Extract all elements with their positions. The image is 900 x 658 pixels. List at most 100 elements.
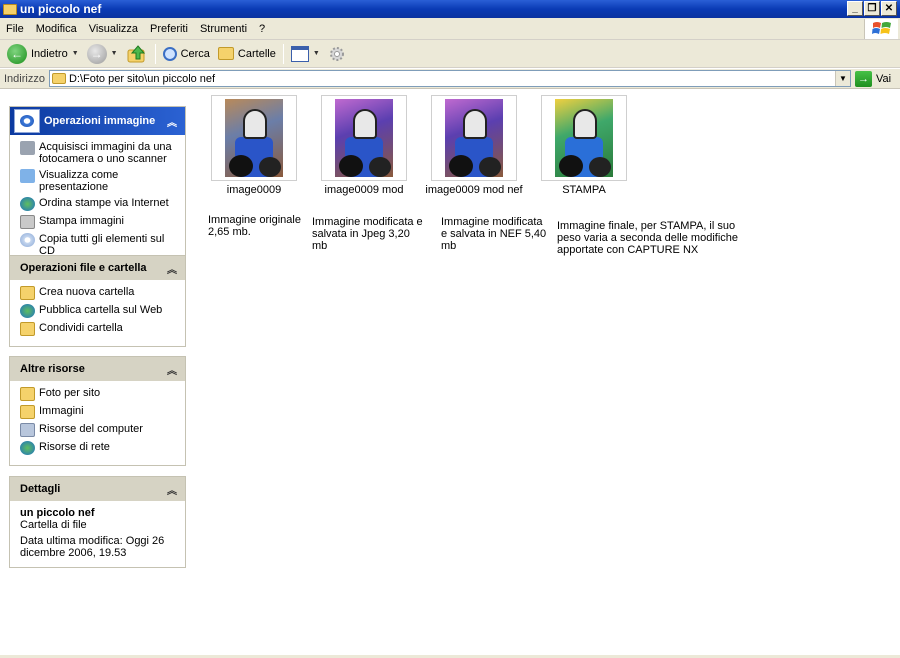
up-folder-button[interactable] (122, 42, 152, 66)
go-button[interactable]: → Vai (854, 70, 892, 87)
chevron-down-icon[interactable]: ▼ (834, 71, 850, 86)
details-panel: Dettagli ︽ un piccolo nef Cartella di fi… (9, 476, 186, 568)
search-label: Cerca (180, 47, 210, 60)
collapse-icon[interactable]: ︽ (167, 114, 177, 129)
other-places-panel: Altre risorse ︽ Foto per sito Immagini R… (9, 356, 186, 466)
menu-visualizza[interactable]: Visualizza (83, 23, 144, 35)
file-tasks-title: Operazioni file e cartella (20, 262, 147, 274)
camera-icon (20, 141, 35, 155)
address-input[interactable]: D:\Foto per sito\un piccolo nef ▼ (48, 70, 851, 87)
task-publish-web[interactable]: Pubblica cartella sul Web (20, 304, 179, 318)
task-label: Stampa immagini (39, 215, 124, 227)
photo-thumbnail (445, 99, 503, 177)
window-title: un piccolo nef (20, 2, 102, 16)
slideshow-icon (20, 169, 35, 183)
task-acquire-images[interactable]: Acquisisci immagini da una fotocamera o … (20, 141, 179, 165)
restore-button[interactable]: ❐ (864, 1, 880, 16)
file-thumbnail[interactable] (211, 95, 297, 181)
task-label: Acquisisci immagini da una fotocamera o … (39, 141, 172, 165)
address-label: Indirizzo (4, 72, 45, 85)
task-slideshow[interactable]: Visualizza come presentazione (20, 169, 179, 193)
other-places-header[interactable]: Altre risorse ︽ (10, 357, 185, 381)
chevron-down-icon[interactable]: ▼ (72, 50, 79, 57)
computer-icon (20, 423, 35, 437)
folders-label: Cartelle (237, 47, 276, 60)
task-print-images[interactable]: Stampa immagini (20, 215, 179, 229)
file-name[interactable]: image0009 mod nef (424, 184, 524, 196)
back-button[interactable]: ← Indietro ▼ (3, 42, 83, 66)
back-label: Indietro (31, 47, 68, 60)
image-description: Immagine originale 2,65 mb. (208, 214, 301, 238)
file-tasks-header[interactable]: Operazioni file e cartella ︽ (10, 256, 185, 280)
network-icon (20, 441, 35, 455)
globe-icon (20, 304, 35, 318)
task-label: Visualizza come presentazione (39, 169, 119, 193)
task-label: Condividi cartella (39, 322, 123, 334)
file-name[interactable]: image0009 mod (311, 184, 417, 196)
file-thumbnail[interactable] (541, 95, 627, 181)
menu-file[interactable]: File (0, 23, 30, 35)
task-copy-to-cd[interactable]: Copia tutti gli elementi sul CD (20, 233, 179, 257)
address-bar: Indirizzo D:\Foto per sito\un piccolo ne… (0, 69, 900, 89)
menu-help[interactable]: ? (253, 23, 271, 35)
task-pane: Operazioni immagine ︽ Acquisisci immagin… (0, 90, 196, 658)
views-icon (290, 45, 309, 62)
collapse-icon[interactable]: ︽ (167, 482, 177, 497)
menu-modifica[interactable]: Modifica (30, 23, 83, 35)
place-label: Foto per sito (39, 387, 101, 399)
task-new-folder[interactable]: Crea nuova cartella (20, 286, 179, 300)
menu-bar: File Modifica Visualizza Preferiti Strum… (0, 18, 900, 40)
close-button[interactable]: ✕ (881, 1, 897, 16)
minimize-button[interactable]: _ (847, 1, 863, 16)
chevron-down-icon[interactable]: ▼ (313, 50, 320, 57)
file-thumbnail[interactable] (431, 95, 517, 181)
folder-icon (51, 73, 66, 84)
task-order-prints[interactable]: Ordina stampe via Internet (20, 197, 179, 211)
pictures-folder-icon (20, 405, 35, 419)
file-view: image0009 image0009 mod image0009 mod ne… (196, 90, 900, 658)
folder-icon (20, 387, 35, 401)
place-network[interactable]: Risorse di rete (20, 441, 179, 455)
customize-button[interactable] (324, 42, 350, 66)
collapse-icon[interactable]: ︽ (167, 362, 177, 377)
file-name[interactable]: image0009 (206, 184, 302, 196)
image-description: Immagine modificata e salvata in Jpeg 3,… (312, 216, 423, 252)
place-my-computer[interactable]: Risorse del computer (20, 423, 179, 437)
task-label: Copia tutti gli elementi sul CD (39, 233, 165, 257)
place-immagini[interactable]: Immagini (20, 405, 179, 419)
views-button[interactable]: ▼ (287, 42, 324, 66)
image-tasks-title: Operazioni immagine (44, 115, 156, 127)
place-foto-per-sito[interactable]: Foto per sito (20, 387, 179, 401)
new-folder-icon (20, 286, 35, 300)
forward-arrow-icon: → (86, 43, 107, 64)
details-title: Dettagli (20, 483, 61, 495)
collapse-icon[interactable]: ︽ (167, 261, 177, 276)
image-tasks-panel: Operazioni immagine ︽ Acquisisci immagin… (9, 106, 186, 268)
task-label: Pubblica cartella sul Web (39, 304, 163, 316)
chevron-down-icon[interactable]: ▼ (111, 50, 118, 57)
file-thumbnail[interactable] (321, 95, 407, 181)
picture-tasks-icon (14, 109, 40, 133)
details-modified: Data ultima modifica: Oggi 26 dicembre 2… (20, 535, 165, 559)
folders-button[interactable]: Cartelle (214, 42, 280, 66)
menu-strumenti[interactable]: Strumenti (194, 23, 253, 35)
forward-button[interactable]: → ▼ (83, 42, 122, 66)
file-name[interactable]: STAMPA (536, 184, 632, 196)
other-places-title: Altre risorse (20, 363, 85, 375)
gear-icon (329, 46, 344, 61)
toolbar-separator (154, 43, 156, 64)
details-name: un piccolo nef (20, 507, 95, 519)
share-folder-icon (20, 322, 35, 336)
go-label: Vai (875, 72, 892, 85)
back-arrow-icon: ← (7, 43, 27, 64)
place-label: Risorse di rete (39, 441, 110, 453)
place-label: Risorse del computer (39, 423, 143, 435)
details-header[interactable]: Dettagli ︽ (10, 477, 185, 501)
cd-icon (20, 233, 35, 247)
task-share-folder[interactable]: Condividi cartella (20, 322, 179, 336)
file-tasks-list: Crea nuova cartella Pubblica cartella su… (10, 280, 185, 346)
menu-preferiti[interactable]: Preferiti (144, 23, 194, 35)
toolbar-separator (282, 43, 284, 64)
image-tasks-header[interactable]: Operazioni immagine ︽ (10, 107, 185, 135)
search-button[interactable]: Cerca (159, 42, 214, 66)
